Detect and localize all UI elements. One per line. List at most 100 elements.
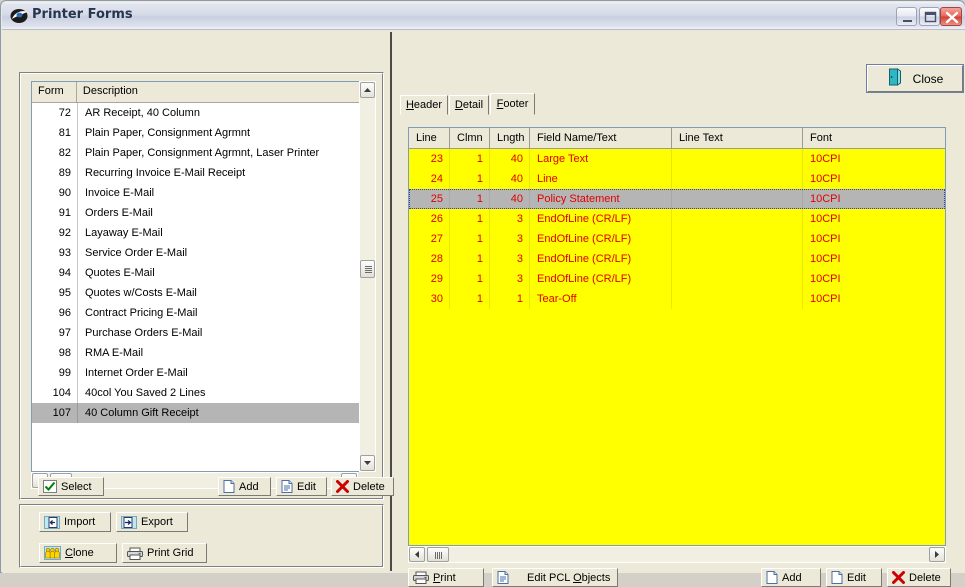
grid-body: 23 1 40 Large Text 10CPI 24 1 40 Line 10CPI 25 1 40 P… <box>409 149 945 545</box>
edit-form-button[interactable]: Edit <box>276 477 327 496</box>
grid-cell-line-text <box>672 189 803 209</box>
grid-cell-lngth: 40 <box>490 189 530 209</box>
grid-cell-line: 30 <box>409 289 450 309</box>
grid-cell-field: Large Text <box>530 149 672 169</box>
column-header-form[interactable]: Form <box>32 82 77 102</box>
grid-row[interactable]: 24 1 40 Line 10CPI <box>409 169 945 189</box>
window-title: Printer Forms <box>32 7 133 22</box>
close-dialog-button[interactable]: Close <box>866 64 964 93</box>
grid-scroll-left-icon[interactable] <box>409 547 425 562</box>
select-button-label: Select <box>61 480 92 493</box>
forms-list-row[interactable]: 99 Internet Order E-Mail <box>32 363 373 383</box>
forms-list-vertical-scrollbar[interactable] <box>359 81 376 472</box>
grid-column-clmn[interactable]: Clmn <box>450 128 490 148</box>
add-line-button[interactable]: Add <box>761 568 821 587</box>
grid-cell-clmn: 1 <box>450 189 490 209</box>
form-number: 97 <box>58 327 71 339</box>
form-description: Internet Order E-Mail <box>77 363 373 383</box>
forms-list-row[interactable]: 96 Contract Pricing E-Mail <box>32 303 373 323</box>
forms-list-row[interactable]: 81 Plain Paper, Consignment Agrmnt <box>32 123 373 143</box>
grid-header-row: Line Clmn Lngth Field Name/Text Line Tex… <box>409 128 945 149</box>
column-header-description[interactable]: Description <box>77 82 373 102</box>
form-description: Invoice E-Mail <box>77 183 373 203</box>
title-bar: Printer Forms <box>2 2 965 30</box>
forms-list-row[interactable]: 107 40 Column Gift Receipt <box>32 403 373 423</box>
forms-list-row[interactable]: 97 Purchase Orders E-Mail <box>32 323 373 343</box>
grid-cell-clmn: 1 <box>450 289 490 309</box>
grid-cell-font: 10CPI <box>810 173 841 185</box>
delete-form-button[interactable]: Delete <box>331 477 394 496</box>
import-button[interactable]: Import <box>39 512 111 532</box>
grid-row[interactable]: 25 1 40 Policy Statement 10CPI <box>409 189 945 209</box>
minimize-button[interactable] <box>896 7 917 26</box>
grid-row[interactable]: 27 1 3 EndOfLine (CR/LF) 10CPI <box>409 229 945 249</box>
edit-pcl-objects-button[interactable]: Edit PCL Objects <box>492 568 618 587</box>
tab-header[interactable]: Header <box>400 95 448 115</box>
forms-list-row[interactable]: 92 Layaway E-Mail <box>32 223 373 243</box>
grid-cell-field: EndOfLine (CR/LF) <box>530 229 672 249</box>
grid-row[interactable]: 28 1 3 EndOfLine (CR/LF) 10CPI <box>409 249 945 269</box>
vertical-scroll-thumb[interactable] <box>360 260 375 278</box>
tab-footer[interactable]: Footer <box>490 93 535 115</box>
forms-list-row[interactable]: 89 Recurring Invoice E-Mail Receipt <box>32 163 373 183</box>
form-number: 93 <box>58 247 71 259</box>
close-window-button[interactable] <box>940 7 962 26</box>
grid-row[interactable]: 23 1 40 Large Text 10CPI <box>409 149 945 169</box>
grid-column-line[interactable]: Line <box>409 128 450 148</box>
grid-row[interactable]: 29 1 3 EndOfLine (CR/LF) 10CPI <box>409 269 945 289</box>
grid-cell-clmn: 1 <box>450 249 490 269</box>
footer-lines-grid[interactable]: Line Clmn Lngth Field Name/Text Line Tex… <box>408 127 946 546</box>
add-form-button[interactable]: Add <box>218 477 271 496</box>
grid-horizontal-scrollbar[interactable] <box>408 546 946 563</box>
forms-list-row[interactable]: 72 AR Receipt, 40 Column <box>32 103 373 123</box>
scroll-up-icon[interactable] <box>360 82 375 98</box>
forms-list-row[interactable]: 82 Plain Paper, Consignment Agrmnt, Laser… <box>32 143 373 163</box>
grid-cell-lngth: 3 <box>490 269 530 289</box>
grid-cell-field: EndOfLine (CR/LF) <box>530 269 672 289</box>
grid-cell-line: 28 <box>409 249 450 269</box>
forms-list-row[interactable]: 98 RMA E-Mail <box>32 343 373 363</box>
grid-horizontal-scroll-thumb[interactable] <box>427 547 449 562</box>
clone-button[interactable]: Clone <box>39 543 117 563</box>
forms-list-row[interactable]: 104 40col You Saved 2 Lines <box>32 383 373 403</box>
grid-cell-font: 10CPI <box>810 293 841 305</box>
grid-row[interactable]: 26 1 3 EndOfLine (CR/LF) 10CPI <box>409 209 945 229</box>
grid-cell-line-text <box>672 149 803 169</box>
pcl-accel: O <box>573 571 582 584</box>
grid-cell-font: 10CPI <box>810 233 841 245</box>
forms-list-row[interactable]: 91 Orders E-Mail <box>32 203 373 223</box>
scroll-down-icon[interactable] <box>360 455 375 471</box>
grid-column-lngth[interactable]: Lngth <box>490 128 530 148</box>
grid-cell-line: 24 <box>409 169 450 189</box>
delete-line-button[interactable]: Delete <box>887 568 951 587</box>
forms-list-row[interactable]: 90 Invoice E-Mail <box>32 183 373 203</box>
grid-cell-line: 27 <box>409 229 450 249</box>
forms-list[interactable]: Form Description 72 AR Receipt, 40 Column… <box>31 81 374 472</box>
grid-row[interactable]: 30 1 1 Tear-Off 10CPI <box>409 289 945 309</box>
grid-cell-line: 23 <box>409 149 450 169</box>
export-button[interactable]: Export <box>116 512 188 532</box>
print-grid-button[interactable]: Print Grid <box>122 543 207 563</box>
grid-column-line-text[interactable]: Line Text <box>672 128 803 148</box>
forms-list-row[interactable]: 94 Quotes E-Mail <box>32 263 373 283</box>
form-number: 96 <box>58 307 71 319</box>
grid-column-font[interactable]: Font <box>803 128 945 148</box>
maximize-button[interactable] <box>919 7 940 26</box>
grid-scroll-right-icon[interactable] <box>929 547 945 562</box>
form-description: Quotes w/Costs E-Mail <box>77 283 373 303</box>
edit-line-button[interactable]: Edit <box>826 568 882 587</box>
tab-detail[interactable]: Detail <box>449 95 489 115</box>
edit-document-icon <box>281 480 293 493</box>
select-button[interactable]: Select <box>38 477 104 496</box>
form-number: 72 <box>58 107 71 119</box>
print-button[interactable]: Print <box>408 568 484 587</box>
clone-accel: C <box>65 547 73 559</box>
grid-cell-field: EndOfLine (CR/LF) <box>530 249 672 269</box>
checkmark-icon <box>43 480 57 493</box>
grid-cell-lngth: 3 <box>490 249 530 269</box>
delete-x-icon <box>336 480 349 493</box>
grid-column-field[interactable]: Field Name/Text <box>530 128 672 148</box>
forms-list-row[interactable]: 95 Quotes w/Costs E-Mail <box>32 283 373 303</box>
grid-cell-font: 10CPI <box>810 153 841 165</box>
forms-list-row[interactable]: 93 Service Order E-Mail <box>32 243 373 263</box>
